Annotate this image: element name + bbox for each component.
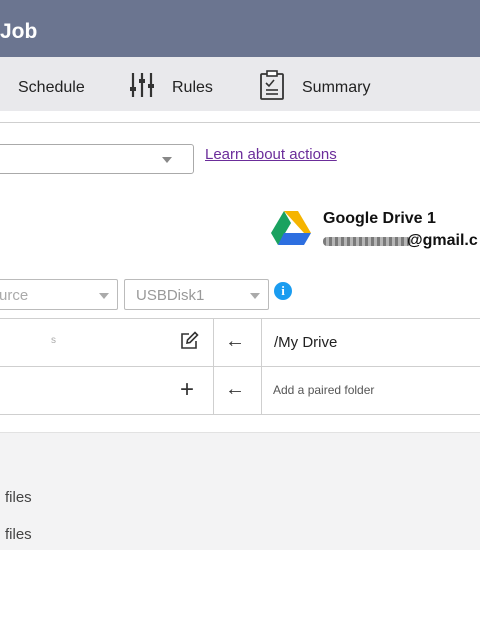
- arrow-left-icon: ←: [225, 378, 245, 400]
- action-select[interactable]: [0, 144, 194, 174]
- column-divider: [261, 319, 262, 415]
- tab-rules-label: Rules: [172, 79, 213, 96]
- table-row: s ← /My Drive: [0, 319, 480, 367]
- source-select[interactable]: urce: [0, 279, 118, 310]
- sliders-icon: [130, 72, 154, 98]
- table-row: + ← Add a paired folder: [0, 367, 480, 415]
- folder-pair-table: s ← /My Drive + ← Add a paired folder: [0, 318, 480, 415]
- summary-line: files: [5, 526, 32, 543]
- summary-line: files: [5, 489, 32, 506]
- remote-folder: /My Drive: [274, 334, 338, 351]
- disk-select[interactable]: USBDisk1: [124, 279, 269, 310]
- account-email-suffix: @gmail.c: [407, 232, 478, 249]
- plus-icon[interactable]: +: [180, 378, 194, 402]
- learn-about-actions-link[interactable]: Learn about actions: [205, 146, 337, 163]
- window-title: Job: [0, 20, 38, 43]
- summary-panel: files files: [0, 433, 480, 550]
- clipboard-icon: [259, 70, 285, 100]
- info-icon[interactable]: i: [274, 282, 292, 300]
- chevron-down-icon: [162, 157, 172, 163]
- arrow-left-icon: ←: [225, 330, 245, 352]
- column-divider: [213, 319, 214, 415]
- account-email: @gmail.c: [323, 232, 480, 250]
- redacted-email-scribble: [323, 237, 411, 246]
- chevron-down-icon: [250, 293, 260, 299]
- tab-schedule-label: Schedule: [18, 79, 85, 96]
- tab-summary-label: Summary: [302, 79, 371, 96]
- local-folder: s: [51, 335, 56, 346]
- chevron-down-icon: [99, 293, 109, 299]
- account-service-name: Google Drive 1: [323, 210, 436, 227]
- disk-select-value: USBDisk1: [136, 287, 205, 304]
- divider: [0, 122, 480, 123]
- tab-bar: Schedule Rules Summary: [0, 57, 480, 111]
- google-drive-icon: [271, 211, 311, 250]
- source-select-value: urce: [0, 287, 29, 304]
- edit-icon[interactable]: [179, 331, 199, 356]
- add-paired-folder[interactable]: Add a paired folder: [273, 383, 374, 397]
- title-bar: Job: [0, 0, 480, 57]
